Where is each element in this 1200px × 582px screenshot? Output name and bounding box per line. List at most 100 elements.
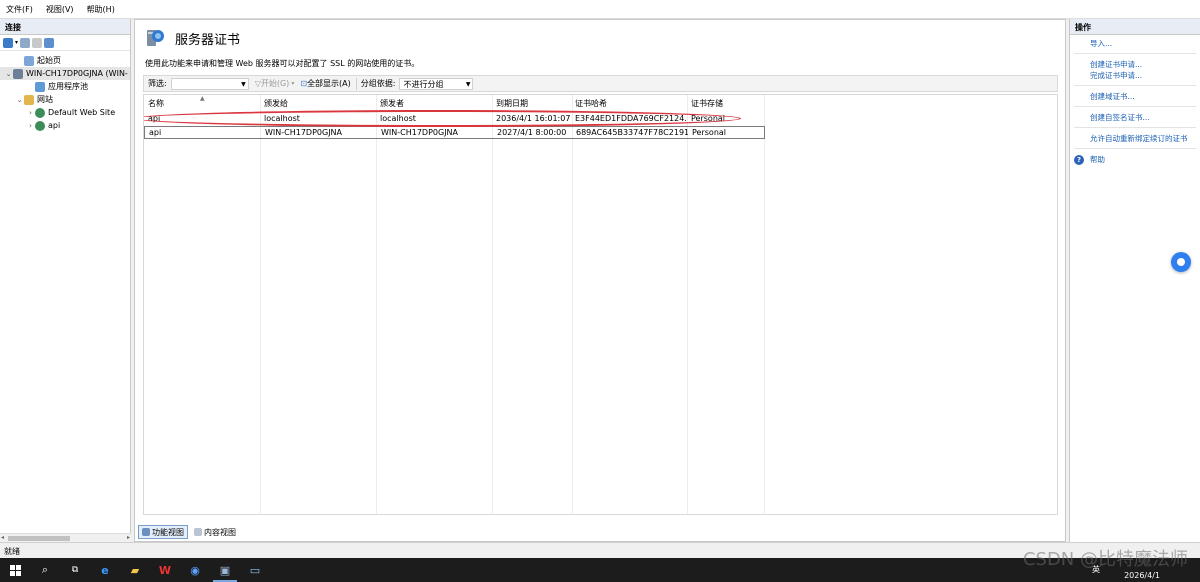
page-description: 使用此功能来申请和管理 Web 服务器可以对配置了 SSL 的网站使用的证书。	[145, 59, 420, 68]
server-icon	[13, 68, 23, 79]
actions-pane: 操作 导入... 创建证书申请... 完成证书申请... 创建域证书... 创建自签名证…	[1069, 19, 1200, 542]
tab-features-view[interactable]: 功能视图	[138, 525, 188, 539]
connections-title: 连接	[0, 19, 130, 35]
actions-title: 操作	[1070, 19, 1200, 35]
taskbar: ⌕ ⧉ e ▰ W ◉ ▣ ▭	[0, 558, 1200, 582]
server-certificates-icon	[147, 30, 164, 46]
column-header[interactable]: 颁发给	[264, 98, 288, 109]
action-link[interactable]: 允许自动重新绑定续订的证书	[1090, 133, 1200, 144]
explorer-button[interactable]: ▰	[120, 558, 150, 582]
show-all-button[interactable]: ⊡ 全部显示(A)	[300, 78, 350, 89]
action-link[interactable]: 创建证书申请...	[1090, 59, 1200, 70]
action-link[interactable]: 完成证书申请...	[1090, 70, 1200, 81]
group-by-select[interactable]: 不进行分组 ▼	[399, 77, 474, 90]
connections-tree: 起始页 ⌄ WIN-CH17DP0GJNA (WIN- 应用程序池 ⌄ 网站 › Defaul…	[0, 51, 130, 132]
windows-icon	[9, 564, 21, 576]
column-header[interactable]: 证书哈希	[575, 98, 607, 109]
task-view-icon: ⧉	[71, 565, 79, 575]
scroll-left-icon[interactable]: ◂	[1, 534, 4, 541]
highlight-annotation	[144, 110, 741, 127]
column-lines	[144, 95, 1057, 514]
chrome-icon: ◉	[190, 563, 200, 577]
notepad-icon: ▭	[249, 563, 261, 577]
floating-assistant-button[interactable]	[1171, 252, 1191, 272]
filter-bar: 筛选: ▼ ▽ 开始(G) ▾ ⊡ 全部显示(A) 分组依据: 不进行分组 ▼	[143, 75, 1058, 92]
table-cell: 689AC645B33747F78C2191...	[576, 128, 688, 137]
features-view-icon	[142, 528, 150, 536]
connect-icon[interactable]	[3, 37, 13, 48]
tree-item-label: Default Web Site	[48, 108, 116, 117]
tree-item-label: WIN-CH17DP0GJNA (WIN-	[26, 69, 128, 78]
actions-list: 导入... 创建证书申请... 完成证书申请... 创建域证书... 创建自签名证书..…	[1070, 35, 1200, 165]
table-row[interactable]: api WIN-CH17DP0GJNA WIN-CH17DP0GJNA 2027/4/…	[144, 126, 765, 139]
start-filter-button[interactable]: ▽ 开始(G) ▾	[255, 78, 295, 89]
action-link[interactable]: 导入...	[1090, 38, 1200, 49]
globe-icon	[35, 120, 45, 131]
table-cell: WIN-CH17DP0GJNA	[265, 128, 343, 137]
divider	[1074, 144, 1196, 149]
task-view-button[interactable]: ⧉	[60, 558, 90, 582]
tree-item[interactable]: › api	[0, 119, 130, 132]
iis-icon: ▣	[219, 563, 231, 577]
tree-item[interactable]: › Default Web Site	[0, 106, 130, 119]
wps-button[interactable]: W	[150, 558, 180, 582]
chevron-down-icon: ▼	[241, 80, 246, 88]
column-header[interactable]: 到期日期	[496, 98, 528, 109]
tree-item-label: api	[48, 121, 61, 130]
filter-input[interactable]: ▼	[170, 77, 249, 90]
tree-item[interactable]: ⌄ WIN-CH17DP0GJNA (WIN-	[0, 67, 130, 80]
tree-item[interactable]: ⌄ 网站	[0, 93, 130, 106]
chevron-right-icon[interactable]: ›	[26, 122, 35, 130]
status-bar: 就绪	[0, 542, 1200, 558]
clock-date[interactable]: 2026/4/1	[1124, 571, 1160, 580]
menu-bar: 文件(F) 视图(V) 帮助(H)	[0, 0, 1200, 19]
certificates-table: 名称 颁发给 颁发者 到期日期 证书哈希 证书存储 ▲ api localhost local…	[143, 94, 1058, 515]
disconnect-icon[interactable]	[44, 37, 55, 48]
connections-toolbar: ▾	[0, 35, 130, 51]
divider	[1074, 123, 1196, 128]
show-all-icon: ⊡	[300, 79, 308, 88]
page-title: 服务器证书	[175, 33, 241, 48]
app-pool-icon	[35, 81, 45, 92]
scroll-thumb[interactable]	[8, 536, 70, 541]
table-cell: api	[149, 128, 162, 137]
search-icon: ⌕	[41, 563, 49, 576]
folder-icon: ▰	[130, 563, 140, 577]
table-cell: Personal	[692, 128, 727, 137]
tree-item[interactable]: 起始页	[0, 54, 130, 67]
chevron-down-icon: ▼	[465, 80, 471, 88]
sort-arrow-icon: ▲	[200, 95, 205, 102]
up-icon[interactable]	[32, 37, 43, 48]
tab-content-view[interactable]: 内容视图	[191, 525, 239, 539]
action-link[interactable]: 创建自签名证书...	[1090, 112, 1200, 123]
chevron-down-icon[interactable]: ⌄	[15, 96, 24, 104]
tree-item-label: 网站	[37, 95, 53, 104]
menu-file[interactable]: 文件(F)	[6, 4, 33, 15]
globe-icon	[35, 107, 45, 118]
action-link[interactable]: 创建域证书...	[1090, 91, 1200, 102]
column-header[interactable]: 颁发者	[380, 98, 404, 109]
chrome-button[interactable]: ◉	[180, 558, 210, 582]
save-icon[interactable]	[20, 37, 31, 48]
table-cell: WIN-CH17DP0GJNA	[381, 128, 459, 137]
start-button[interactable]	[0, 558, 30, 582]
table-cell: 2027/4/1 8:00:00	[497, 128, 567, 137]
feature-view: 服务器证书 使用此功能来申请和管理 Web 服务器可以对配置了 SSL 的网站使…	[134, 19, 1066, 542]
horizontal-scrollbar[interactable]: ◂ ▸	[0, 533, 131, 542]
chevron-right-icon[interactable]: ›	[26, 109, 35, 117]
view-tabs: 功能视图 内容视图	[138, 525, 239, 539]
menu-help[interactable]: 帮助(H)	[87, 4, 115, 15]
chevron-down-icon[interactable]: ▾	[15, 39, 18, 46]
column-header[interactable]: 证书存储	[691, 98, 723, 109]
scroll-right-icon[interactable]: ▸	[127, 534, 130, 541]
search-button[interactable]: ⌕	[30, 558, 60, 582]
edge-button[interactable]: e	[90, 558, 120, 582]
tree-item[interactable]: 应用程序池	[0, 80, 130, 93]
menu-view[interactable]: 视图(V)	[46, 4, 74, 15]
iis-manager-button[interactable]: ▣	[210, 558, 240, 582]
help-link[interactable]: ? 帮助	[1074, 154, 1200, 165]
chevron-down-icon[interactable]: ⌄	[4, 70, 13, 78]
notepad-button[interactable]: ▭	[240, 558, 270, 582]
column-header[interactable]: 名称	[148, 98, 164, 109]
divider	[1074, 102, 1196, 107]
